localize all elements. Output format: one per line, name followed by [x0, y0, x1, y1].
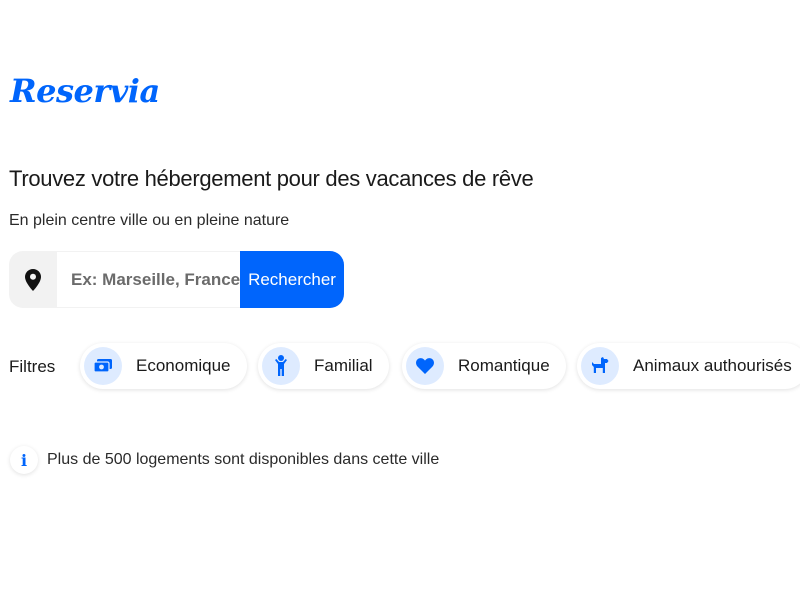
filters-label: Filtres [9, 357, 56, 376]
page-subtitle: En plein centre ville ou en pleine natur… [9, 212, 290, 229]
filter-romantique[interactable]: Romantique [402, 343, 566, 389]
map-pin-icon [9, 251, 57, 308]
filter-label: Romantique [458, 356, 550, 375]
search-input[interactable] [57, 251, 240, 308]
filter-label: Animaux authourisés [633, 356, 792, 375]
heart-icon [406, 347, 444, 385]
money-icon [84, 347, 122, 385]
filter-familial[interactable]: Familial [258, 343, 389, 389]
filter-animaux[interactable]: Animaux authourisés [577, 343, 800, 389]
filter-label: Familial [314, 356, 373, 375]
info-banner: i Plus de 500 logements sont disponibles… [10, 446, 439, 474]
info-text: Plus de 500 logements sont disponibles d… [47, 451, 440, 468]
child-icon [262, 347, 300, 385]
dog-icon [581, 347, 619, 385]
filter-label: Economique [136, 356, 231, 375]
page-title: Trouvez votre hébergement pour des vacan… [9, 166, 534, 191]
search-button[interactable]: Rechercher [240, 251, 344, 308]
filter-economique[interactable]: Economique [80, 343, 247, 389]
info-icon: i [10, 446, 38, 474]
search-bar: Rechercher [9, 251, 344, 308]
brand-logo[interactable]: Reservia [10, 72, 160, 110]
